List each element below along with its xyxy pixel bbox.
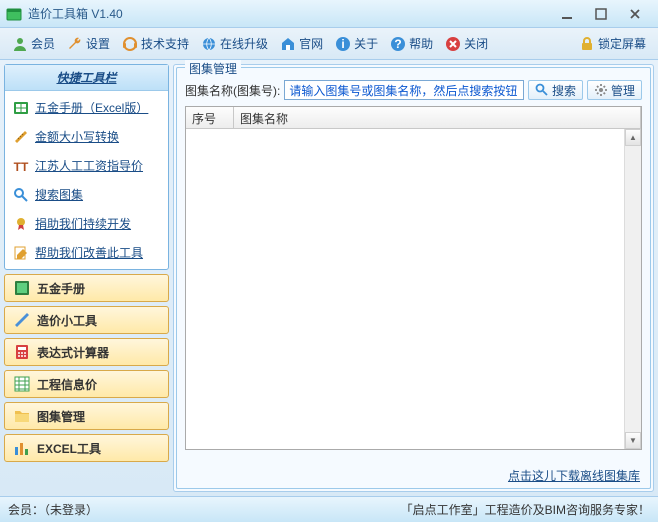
support-button[interactable]: 技术支持 bbox=[116, 33, 195, 54]
nav-atlas-manage[interactable]: 图集管理 bbox=[4, 402, 169, 430]
folder-icon bbox=[13, 407, 31, 425]
close-window-button[interactable] bbox=[618, 4, 652, 24]
window-title: 造价工具箱 V1.40 bbox=[28, 5, 550, 22]
book-green-icon bbox=[13, 279, 31, 297]
quick-item-search-atlas[interactable]: 搜索图集 bbox=[5, 180, 168, 209]
col-name[interactable]: 图集名称 bbox=[234, 107, 641, 128]
lock-icon bbox=[579, 36, 595, 52]
quick-item-feedback[interactable]: 帮助我们改善此工具 bbox=[5, 238, 168, 267]
download-offline-link[interactable]: 点击这儿下载离线图集库 bbox=[508, 467, 640, 484]
nav-excel-tools[interactable]: EXCEL工具 bbox=[4, 434, 169, 462]
spreadsheet-icon bbox=[13, 375, 31, 393]
website-button[interactable]: 官网 bbox=[274, 33, 329, 54]
vertical-scrollbar[interactable]: ▲ ▼ bbox=[624, 129, 641, 449]
titlebar: 造价工具箱 V1.40 bbox=[0, 0, 658, 28]
close-button[interactable]: 关闭 bbox=[439, 33, 494, 54]
col-index[interactable]: 序号 bbox=[186, 107, 234, 128]
user-icon bbox=[12, 36, 28, 52]
nav-expression-calc[interactable]: 表达式计算器 bbox=[4, 338, 169, 366]
quick-item-donate[interactable]: 捐助我们持续开发 bbox=[5, 209, 168, 238]
info-icon: i bbox=[335, 36, 351, 52]
app-icon bbox=[6, 6, 22, 22]
main-panel: 图集管理 图集名称(图集号): 搜索 管理 序号 图集名称 ▲ ▼ 点击这儿下载… bbox=[173, 64, 654, 492]
help-icon: ? bbox=[390, 36, 406, 52]
sidebar: 快捷工具栏 五金手册（Excel版） 金额大小写转换 TT江苏人工工资指导价 搜… bbox=[4, 64, 169, 492]
svg-text:?: ? bbox=[394, 37, 401, 51]
close-icon bbox=[445, 36, 461, 52]
search-input[interactable] bbox=[284, 80, 524, 100]
minimize-button[interactable] bbox=[550, 4, 584, 24]
manage-button[interactable]: 管理 bbox=[587, 80, 642, 100]
scroll-up-button[interactable]: ▲ bbox=[625, 129, 641, 146]
text-icon: TT bbox=[13, 158, 29, 174]
home-icon bbox=[280, 36, 296, 52]
quick-item-amount-convert[interactable]: 金额大小写转换 bbox=[5, 122, 168, 151]
quick-item-hardware-excel[interactable]: 五金手册（Excel版） bbox=[5, 93, 168, 122]
medal-icon bbox=[13, 216, 29, 232]
lock-button[interactable]: 锁定屏幕 bbox=[573, 33, 652, 54]
nav-pricing-tools[interactable]: 造价小工具 bbox=[4, 306, 169, 334]
search-icon bbox=[13, 187, 29, 203]
quick-item-wage-guide[interactable]: TT江苏人工工资指导价 bbox=[5, 151, 168, 180]
main-toolbar: 会员 设置 技术支持 在线升级 官网 i关于 ?帮助 关闭 锁定屏幕 bbox=[0, 28, 658, 60]
scroll-down-button[interactable]: ▼ bbox=[625, 432, 641, 449]
svg-text:i: i bbox=[341, 37, 344, 51]
member-button[interactable]: 会员 bbox=[6, 33, 61, 54]
status-member: 会员：（未登录） bbox=[8, 501, 98, 518]
atlas-table: 序号 图集名称 ▲ ▼ bbox=[185, 106, 642, 450]
panel-legend: 图集管理 bbox=[185, 60, 241, 77]
ruler-blue-icon bbox=[13, 311, 31, 329]
gear-icon bbox=[594, 83, 608, 97]
status-brand: 「启点工作室」工程造价及BIM咨询服务专家！ bbox=[401, 501, 650, 518]
upgrade-button[interactable]: 在线升级 bbox=[195, 33, 274, 54]
ruler-icon bbox=[13, 129, 29, 145]
help-button[interactable]: ?帮助 bbox=[384, 33, 439, 54]
quick-panel-header: 快捷工具栏 bbox=[5, 65, 168, 91]
nav-project-price[interactable]: 工程信息价 bbox=[4, 370, 169, 398]
bars-icon bbox=[13, 439, 31, 457]
status-bar: 会员：（未登录） 「启点工作室」工程造价及BIM咨询服务专家！ bbox=[0, 496, 658, 522]
search-icon bbox=[535, 83, 549, 97]
headset-icon bbox=[122, 36, 138, 52]
maximize-button[interactable] bbox=[584, 4, 618, 24]
globe-icon bbox=[201, 36, 217, 52]
settings-button[interactable]: 设置 bbox=[61, 33, 116, 54]
about-button[interactable]: i关于 bbox=[329, 33, 384, 54]
quick-panel: 快捷工具栏 五金手册（Excel版） 金额大小写转换 TT江苏人工工资指导价 搜… bbox=[4, 64, 169, 270]
edit-icon bbox=[13, 245, 29, 261]
calculator-icon bbox=[13, 343, 31, 361]
search-label: 图集名称(图集号): bbox=[185, 82, 280, 99]
svg-text:TT: TT bbox=[14, 160, 29, 174]
search-row: 图集名称(图集号): 搜索 管理 bbox=[177, 68, 650, 106]
search-button[interactable]: 搜索 bbox=[528, 80, 583, 100]
excel-icon bbox=[13, 100, 29, 116]
table-header: 序号 图集名称 bbox=[186, 107, 641, 129]
nav-hardware-manual[interactable]: 五金手册 bbox=[4, 274, 169, 302]
wrench-icon bbox=[67, 36, 83, 52]
